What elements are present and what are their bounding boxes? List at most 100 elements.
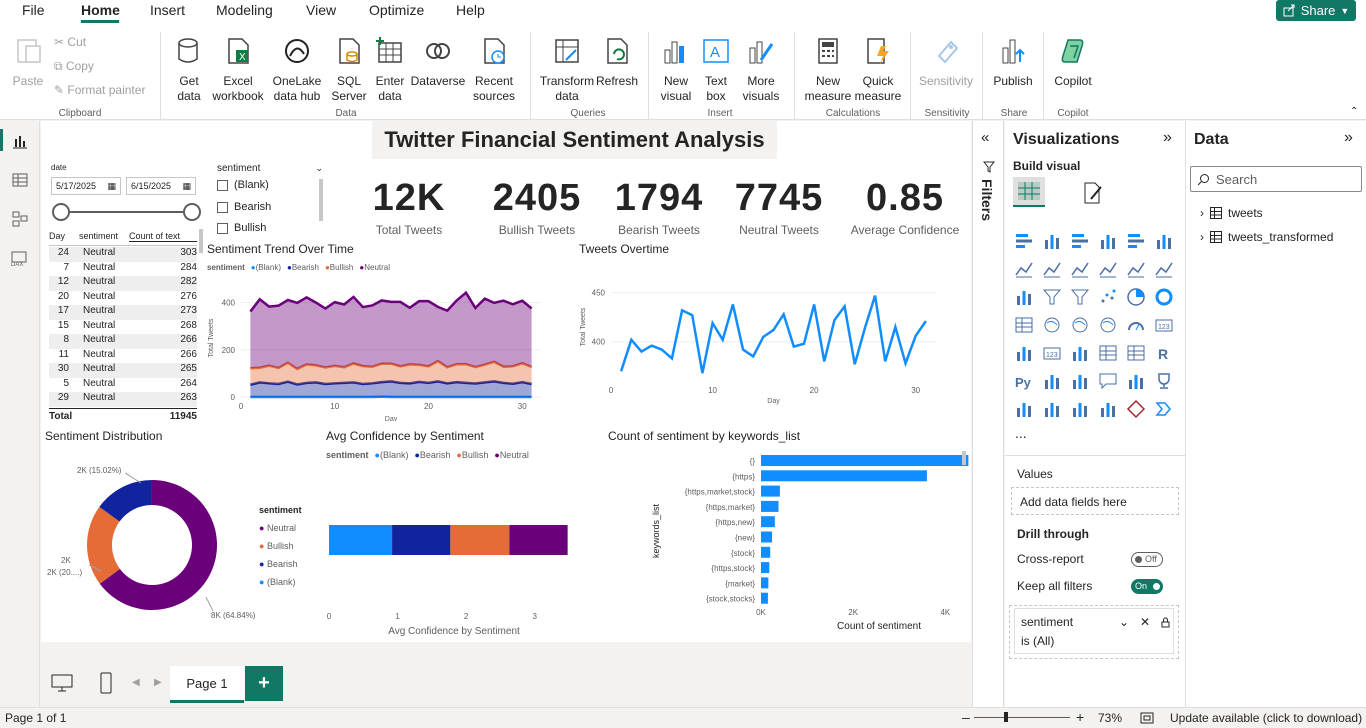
map-visual-icon[interactable] xyxy=(1042,315,1062,335)
card-visual-icon[interactable]: 123 xyxy=(1154,315,1174,335)
line-stacked-visual-icon[interactable] xyxy=(1154,259,1174,279)
funnel2-visual-icon[interactable] xyxy=(1070,287,1090,307)
table-row[interactable]: 29 Neutral 263 xyxy=(49,392,197,407)
table-row[interactable]: 5 Neutral 264 xyxy=(49,378,197,393)
keep-filters-toggle[interactable]: On xyxy=(1131,579,1163,594)
scatter-visual-icon[interactable] xyxy=(1098,287,1118,307)
copy-button[interactable]: ⧉ Copy xyxy=(54,59,94,74)
date-start-input[interactable]: 5/17/2025 ▦ xyxy=(51,177,121,195)
paste-button[interactable]: Paste xyxy=(10,36,46,89)
data-table-tweets[interactable]: › tweets xyxy=(1200,206,1263,220)
stacked-column-visual-icon[interactable] xyxy=(1042,231,1062,251)
clustered-column-visual-icon[interactable] xyxy=(1098,231,1118,251)
update-available-link[interactable]: Update available (click to download) xyxy=(1170,711,1362,725)
recent-sources-button[interactable]: Recent sources xyxy=(466,36,522,104)
text-box-button[interactable]: A Text box xyxy=(699,36,733,104)
chevron-right-icon[interactable]: › xyxy=(1200,230,1204,244)
legend-item-neutral[interactable]: ● Neutral xyxy=(259,519,302,537)
chevron-down-icon[interactable]: ⌄ xyxy=(315,163,323,174)
menu-view[interactable]: View xyxy=(306,2,336,18)
sensitivity-button[interactable]: Sensitivity xyxy=(917,36,975,89)
zoom-slider-track[interactable] xyxy=(974,717,1070,718)
date-range-end-handle[interactable] xyxy=(183,203,201,221)
table-row[interactable]: 8 Neutral 266 xyxy=(49,334,197,349)
cut-button[interactable]: ✂ Cut xyxy=(54,35,86,50)
legend-item-bullish[interactable]: ● Bullish xyxy=(259,537,302,555)
sentiment-trend-area-chart[interactable]: 0 200 400 0 10 20 30 Day Total Tweets xyxy=(201,271,561,421)
pie-visual-icon[interactable] xyxy=(1126,287,1146,307)
clustered-bar-visual-icon[interactable] xyxy=(1070,231,1090,251)
100-column-visual-icon[interactable] xyxy=(1154,231,1174,251)
table-row[interactable]: 11 Neutral 266 xyxy=(49,349,197,364)
new-visual-button[interactable]: New visual xyxy=(656,36,696,104)
menu-modeling[interactable]: Modeling xyxy=(216,2,273,18)
multirow-card-visual-icon[interactable] xyxy=(1014,343,1034,363)
close-icon[interactable]: ✕ xyxy=(1140,613,1150,632)
chevron-right-icon[interactable]: › xyxy=(1200,206,1204,220)
table-row[interactable]: 7 Neutral 284 xyxy=(49,262,197,277)
enter-data-button[interactable]: Enter data xyxy=(371,36,409,104)
transform-data-button[interactable]: Transform data xyxy=(538,36,596,104)
stacked-area-visual-icon[interactable] xyxy=(1070,259,1090,279)
legend-item-bearish[interactable]: ●Bearish xyxy=(414,450,450,460)
slicer-option-bearish[interactable]: Bearish xyxy=(217,201,271,213)
table-row[interactable]: 20 Neutral 276 xyxy=(49,291,197,306)
menu-file[interactable]: File xyxy=(22,2,45,18)
desktop-layout-icon[interactable] xyxy=(51,674,73,692)
slicer-scrollbar[interactable] xyxy=(319,179,323,221)
zoom-in-icon[interactable]: + xyxy=(1076,709,1084,725)
build-visual-tab[interactable] xyxy=(1013,177,1045,207)
format-painter-button[interactable]: ✎ Format painter xyxy=(54,83,145,98)
key-influencers-visual-icon[interactable] xyxy=(1042,371,1062,391)
slicer-visual-icon[interactable] xyxy=(1070,343,1090,363)
slicer-option-bullish[interactable]: Bullish xyxy=(217,222,266,234)
more-visuals-button[interactable]: More visuals xyxy=(736,36,786,104)
date-range-start-handle[interactable] xyxy=(52,203,70,221)
azure-map-visual-icon[interactable] xyxy=(1098,315,1118,335)
new-measure-button[interactable]: New measure xyxy=(802,36,854,104)
keywords-bar-chart[interactable]: {} {https} {https,market,stock} {https,mark… xyxy=(601,447,971,641)
format-visual-icon[interactable] xyxy=(1081,181,1105,205)
power-automate-visual-icon[interactable] xyxy=(1098,399,1118,419)
r-visual-visual-icon[interactable]: R xyxy=(1154,343,1174,363)
paginated-visual-icon[interactable] xyxy=(1126,371,1146,391)
copilot-button[interactable]: Copilot xyxy=(1050,36,1096,89)
refresh-button[interactable]: Refresh xyxy=(596,36,638,89)
dataverse-button[interactable]: Dataverse xyxy=(410,36,466,89)
ribbon-visual-icon[interactable] xyxy=(1098,259,1118,279)
dax-query-view-icon[interactable]: DAX xyxy=(10,251,30,267)
menu-optimize[interactable]: Optimize xyxy=(369,2,424,18)
publish-button[interactable]: Publish xyxy=(990,36,1036,89)
collapse-pane-icon[interactable]: » xyxy=(1163,129,1172,147)
trophy-visual-icon[interactable] xyxy=(1154,371,1174,391)
qa-visual-icon[interactable] xyxy=(1098,371,1118,391)
stacked-bar-visual-icon[interactable] xyxy=(1014,231,1034,251)
menu-help[interactable]: Help xyxy=(456,2,485,18)
sql-server-button[interactable]: SQL Server xyxy=(330,36,368,104)
kpi-visual-icon[interactable]: 123 xyxy=(1042,343,1062,363)
page-tab-1[interactable]: Page 1 xyxy=(170,666,244,703)
checkbox[interactable] xyxy=(217,201,228,213)
table-row[interactable]: 24 Neutral 303 xyxy=(49,247,197,262)
treemap-visual-icon[interactable] xyxy=(1014,315,1034,335)
column-header-sentiment[interactable]: sentiment xyxy=(79,231,129,242)
table-visual-icon[interactable] xyxy=(1098,343,1118,363)
zoom-out-icon[interactable]: – xyxy=(962,709,970,725)
column-header-day[interactable]: Day xyxy=(49,231,79,242)
power-apps-visual-icon[interactable] xyxy=(1070,399,1090,419)
date-end-input[interactable]: 6/15/2025 ▦ xyxy=(126,177,196,195)
area-visual-icon[interactable] xyxy=(1042,259,1062,279)
checkbox[interactable] xyxy=(217,179,228,191)
menu-home[interactable]: Home xyxy=(81,2,120,18)
metrics-visual-icon[interactable] xyxy=(1042,399,1062,419)
onelake-button[interactable]: OneLake data hub xyxy=(268,36,326,104)
legend-item-bearish[interactable]: ● Bearish xyxy=(259,555,302,573)
diamond-visual-icon[interactable] xyxy=(1126,399,1146,419)
table-row[interactable]: 17 Neutral 273 xyxy=(49,305,197,320)
get-data-button[interactable]: Get data xyxy=(168,36,210,104)
lock-icon[interactable] xyxy=(1161,617,1170,628)
line-visual-icon[interactable] xyxy=(1014,259,1034,279)
legend-item-bullish[interactable]: ●Bullish xyxy=(456,450,488,460)
waterfall-visual-icon[interactable] xyxy=(1014,287,1034,307)
chevron-visual-icon[interactable] xyxy=(1154,399,1174,419)
